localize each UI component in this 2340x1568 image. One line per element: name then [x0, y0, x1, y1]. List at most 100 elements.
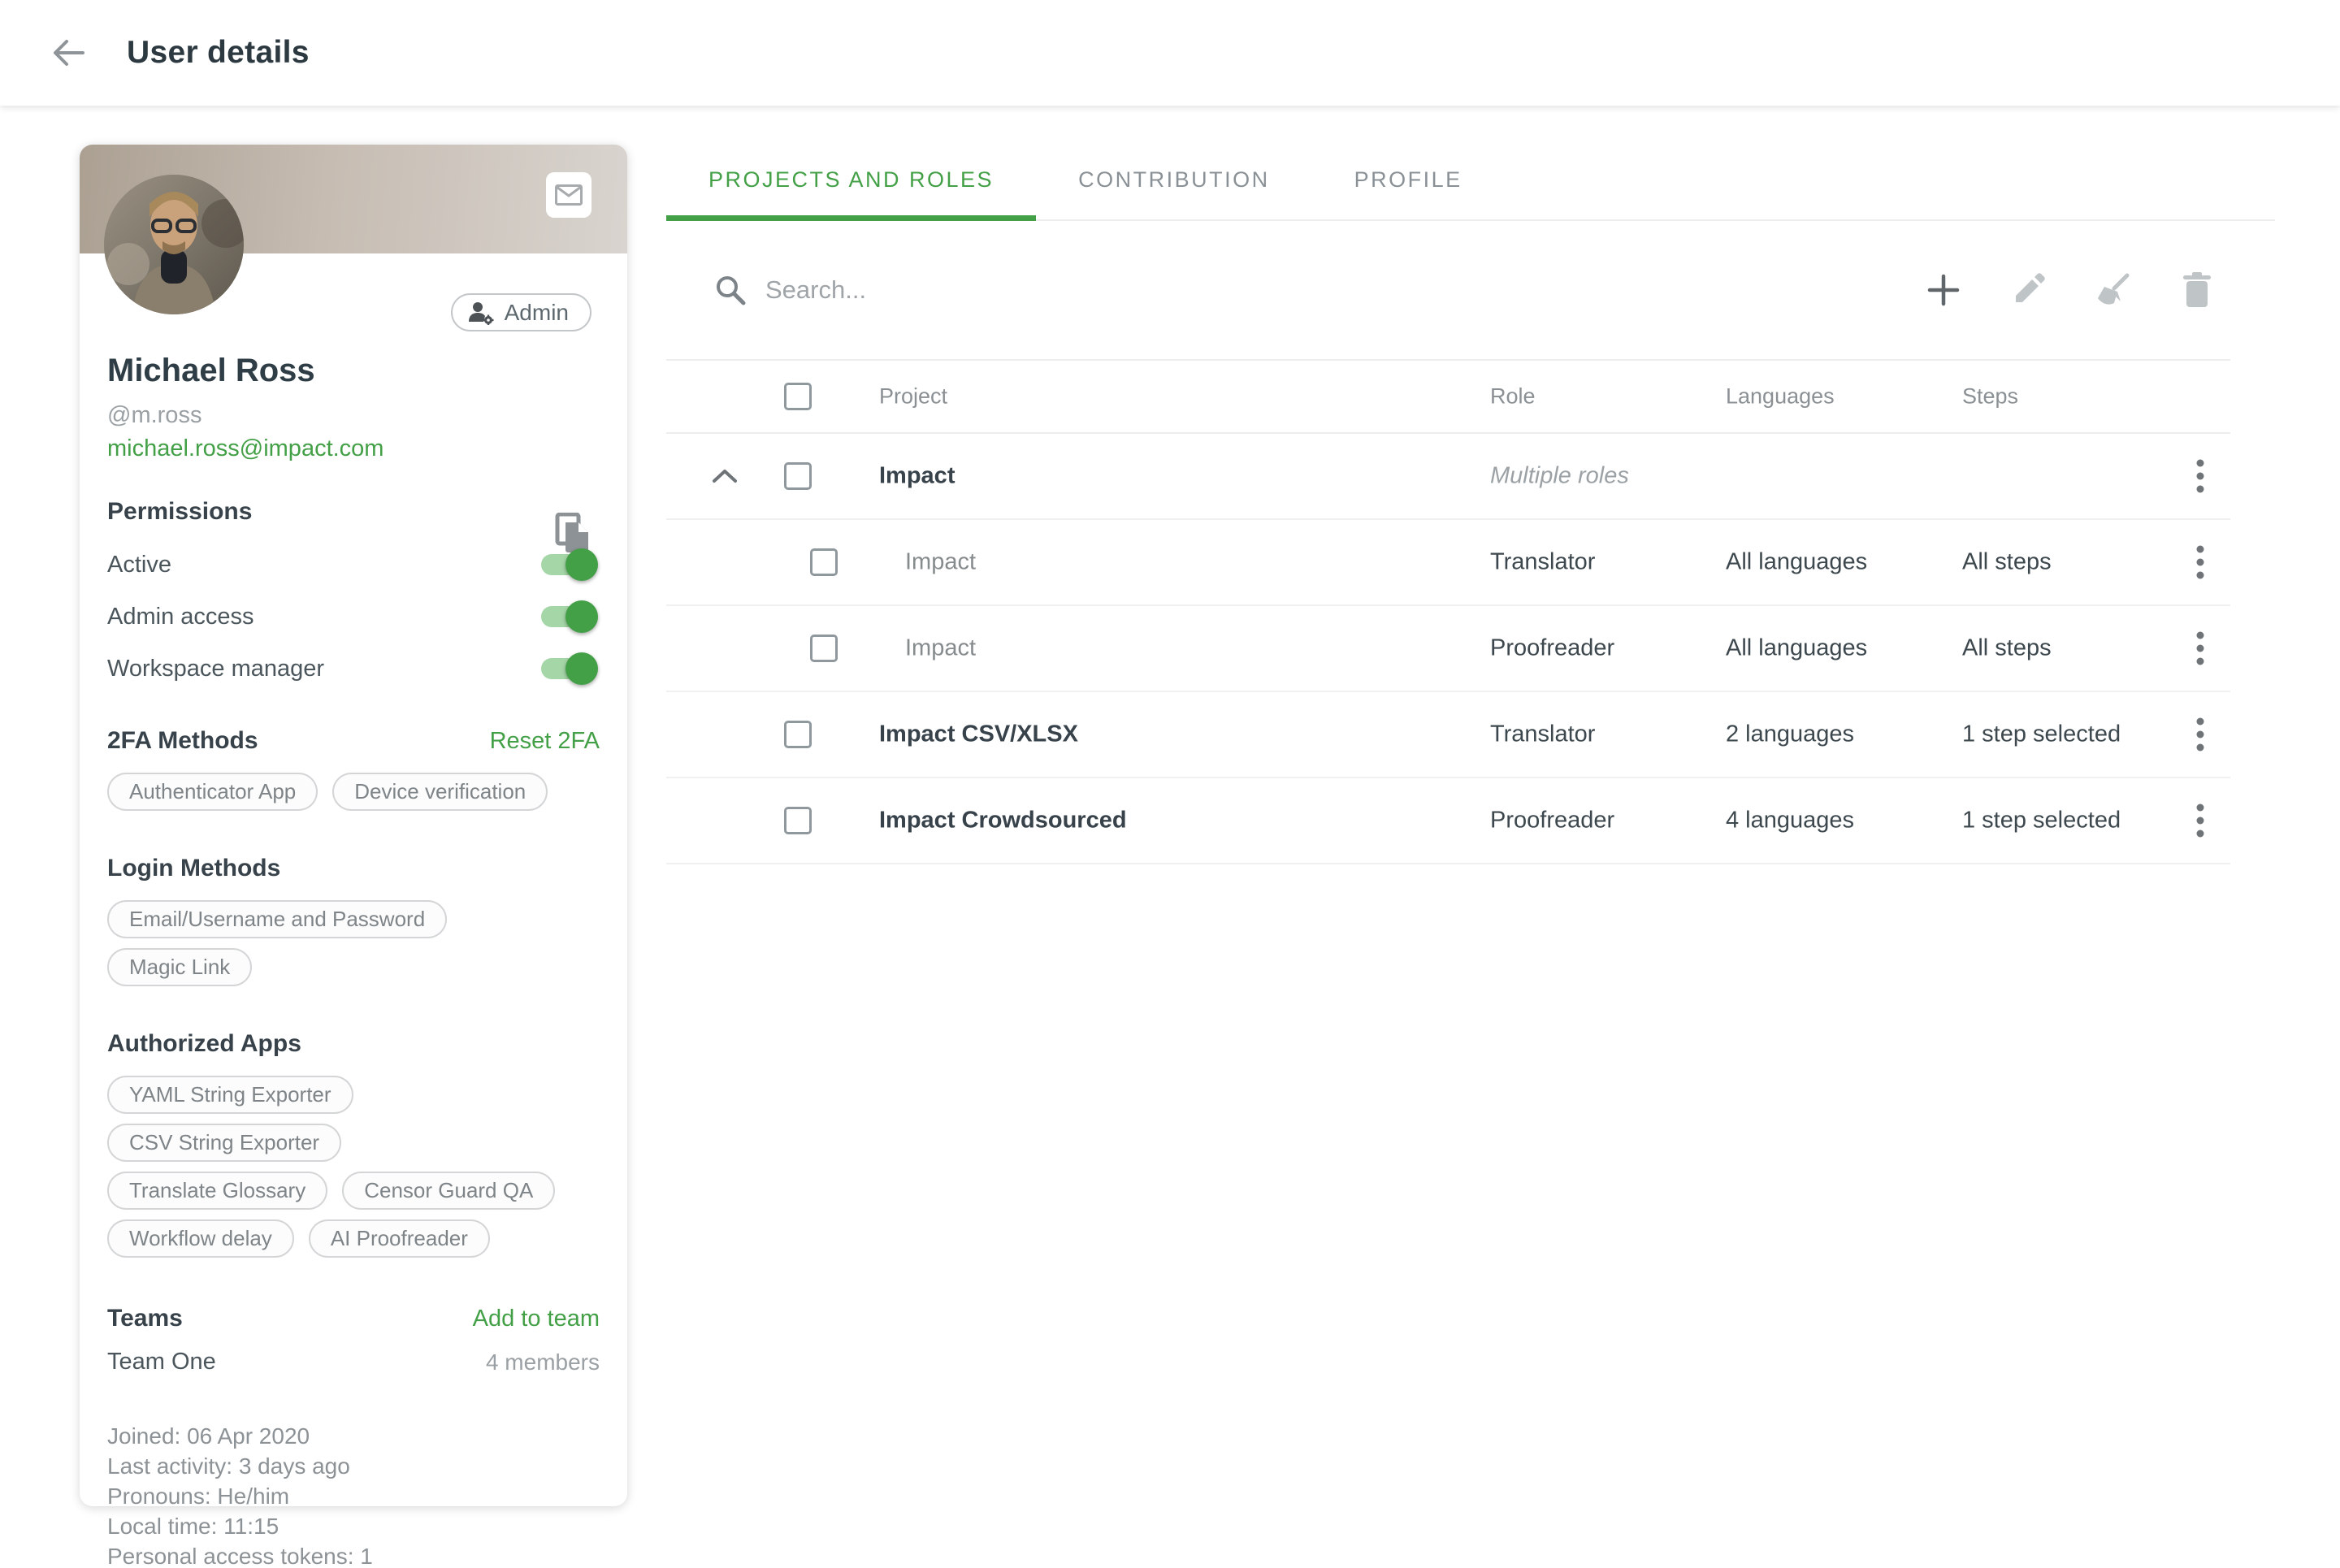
copy-icon	[554, 513, 593, 555]
languages-cell: 4 languages	[1726, 808, 1854, 834]
collapse-row-button[interactable]	[707, 458, 743, 494]
languages-cell: 2 languages	[1726, 721, 1854, 748]
table-row: Impact CSV/XLSXTranslator2 languages1 st…	[666, 692, 2230, 778]
chevron-up-icon	[711, 468, 739, 484]
row-menu-button[interactable]	[2182, 630, 2218, 666]
search-bar	[666, 221, 2275, 359]
twofa-heading: 2FA Methods	[107, 727, 258, 755]
twofa-chip-list: Authenticator App Device verification	[107, 773, 600, 811]
permission-row: Admin access	[107, 591, 600, 643]
edit-button[interactable]	[2008, 271, 2048, 310]
login-methods-chip-list: Email/Username and PasswordMagic Link	[107, 900, 600, 986]
tab-bar: PROJECTS AND ROLESCONTRIBUTIONPROFILE	[666, 145, 2275, 221]
table-body: ImpactMultiple rolesImpactTranslatorAll …	[666, 434, 2230, 864]
pencil-icon	[2009, 271, 2047, 309]
meta-line: Personal access tokens: 1	[107, 1541, 600, 1568]
project-name: Impact CSV/XLSX	[879, 721, 1078, 748]
row-checkbox[interactable]	[784, 462, 812, 490]
chip-csv-string-exporter: CSV String Exporter	[107, 1124, 341, 1162]
steps-cell: All steps	[1962, 635, 2052, 662]
tab-contribution[interactable]: CONTRIBUTION	[1036, 145, 1312, 221]
column-header-steps: Steps	[1962, 384, 2018, 409]
kebab-menu-icon	[2196, 631, 2204, 665]
tab-projects-and-roles[interactable]: PROJECTS AND ROLES	[666, 145, 1036, 221]
admin-role-badge: Admin	[451, 293, 592, 331]
row-menu-button[interactable]	[2182, 544, 2218, 580]
permissions-heading: Permissions	[107, 498, 600, 526]
table-row: ImpactProofreaderAll languagesAll steps	[666, 606, 2230, 692]
row-checkbox[interactable]	[810, 548, 838, 576]
team-name: Team One	[107, 1349, 216, 1375]
chip-device-verification: Device verification	[332, 773, 548, 811]
meta-line: Pronouns: He/him	[107, 1481, 600, 1511]
team-row: Team One4 members	[107, 1349, 600, 1375]
send-email-button[interactable]	[546, 172, 592, 218]
user-handle: @m.ross	[107, 402, 600, 429]
user-email-link[interactable]: michael.ross@impact.com	[107, 435, 384, 462]
row-checkbox[interactable]	[810, 635, 838, 662]
toggle-admin-access[interactable]	[541, 606, 593, 627]
clean-button[interactable]	[2093, 271, 2132, 310]
steps-cell: 1 step selected	[1962, 721, 2121, 748]
kebab-menu-icon	[2196, 803, 2204, 838]
meta-line: Joined: 06 Apr 2020	[107, 1421, 600, 1451]
permission-row: Active	[107, 539, 600, 591]
column-header-role: Role	[1490, 384, 1536, 409]
project-name: Impact	[879, 463, 955, 490]
admin-badge-label: Admin	[505, 300, 569, 326]
plus-icon	[1925, 271, 1962, 309]
column-header-languages: Languages	[1726, 384, 1835, 409]
user-profile-card: Admin Michael Ross @m.ross michael.ross@…	[80, 145, 627, 1506]
languages-cell: All languages	[1726, 549, 1867, 576]
chip-email-username-and-password: Email/Username and Password	[107, 900, 447, 938]
row-menu-button[interactable]	[2182, 458, 2218, 494]
avatar	[104, 175, 244, 314]
toggle-workspace-manager[interactable]	[541, 658, 593, 679]
search-input[interactable]	[765, 275, 1924, 305]
row-menu-button[interactable]	[2182, 803, 2218, 838]
login-methods-heading: Login Methods	[107, 855, 600, 882]
add-to-team-link[interactable]: Add to team	[473, 1306, 600, 1332]
back-arrow-icon	[50, 35, 86, 71]
role-cell: Multiple roles	[1490, 463, 1629, 490]
admin-user-icon	[467, 301, 495, 325]
chip-workflow-delay: Workflow delay	[107, 1219, 294, 1258]
table-toolbar	[1924, 271, 2228, 310]
kebab-menu-icon	[2196, 717, 2204, 752]
permissions-list: Active Admin access Workspace manager	[107, 539, 600, 695]
permission-label-admin-access: Admin access	[107, 604, 254, 630]
trash-icon	[2180, 271, 2214, 310]
broom-icon	[2093, 271, 2132, 310]
role-cell: Proofreader	[1490, 635, 1614, 662]
role-cell: Proofreader	[1490, 808, 1614, 834]
chip-translate-glossary: Translate Glossary	[107, 1172, 327, 1210]
languages-cell: All languages	[1726, 635, 1867, 662]
back-button[interactable]	[46, 30, 91, 76]
project-name: Impact Crowdsourced	[879, 808, 1127, 834]
toggle-active[interactable]	[541, 554, 593, 575]
table-row: ImpactTranslatorAll languagesAll steps	[666, 520, 2230, 606]
steps-cell: 1 step selected	[1962, 808, 2121, 834]
row-menu-button[interactable]	[2182, 717, 2218, 752]
delete-button[interactable]	[2178, 271, 2216, 310]
table-header-row: Project Role Languages Steps	[666, 359, 2230, 434]
projects-roles-table: Project Role Languages Steps Impact Multi…	[666, 359, 2230, 864]
user-name: Michael Ross	[107, 353, 600, 389]
kebab-menu-icon	[2196, 459, 2204, 493]
chip-yaml-string-exporter: YAML String Exporter	[107, 1076, 353, 1114]
teams-heading: Teams	[107, 1305, 183, 1332]
tab-profile[interactable]: PROFILE	[1312, 145, 1505, 221]
chip-authenticator-app: Authenticator App	[107, 773, 318, 811]
permission-label-active: Active	[107, 552, 171, 578]
envelope-icon	[555, 184, 583, 206]
row-checkbox[interactable]	[784, 807, 812, 834]
permission-row: Workspace manager	[107, 643, 600, 695]
add-row-button[interactable]	[1924, 271, 1963, 310]
reset-2fa-link[interactable]: Reset 2FA	[490, 728, 600, 755]
authorized-apps-heading: Authorized Apps	[107, 1030, 600, 1058]
row-checkbox[interactable]	[784, 721, 812, 748]
meta-line: Local time: 11:15	[107, 1511, 600, 1541]
role-cell: Translator	[1490, 549, 1595, 576]
select-all-checkbox[interactable]	[784, 383, 812, 410]
user-meta-info: Joined: 06 Apr 2020Last activity: 3 days…	[107, 1421, 600, 1568]
